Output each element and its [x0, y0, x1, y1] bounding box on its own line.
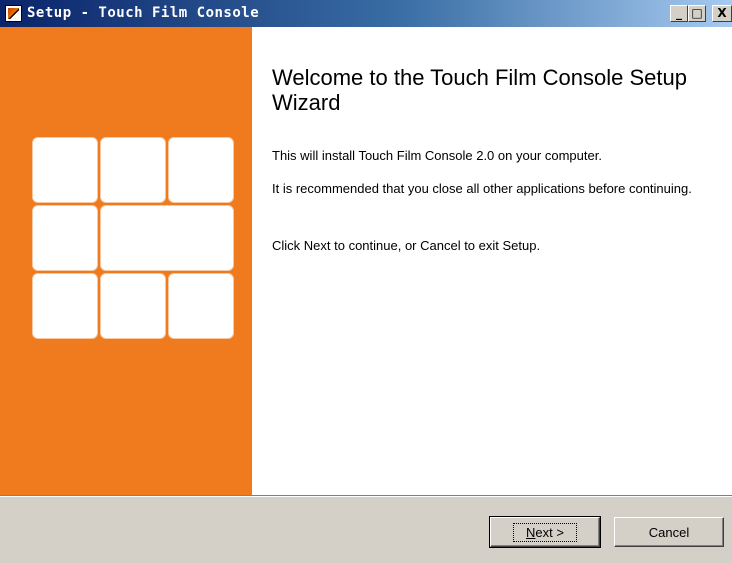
logo-tile [32, 137, 98, 203]
next-button[interactable]: Next > [489, 516, 601, 548]
wizard-side-image [0, 27, 252, 495]
close-apps-text: It is recommended that you close all oth… [272, 181, 692, 196]
maximize-button[interactable]: □ [688, 5, 706, 22]
wizard-button-bar: Next > Cancel [0, 497, 732, 563]
logo-tile [168, 137, 234, 203]
next-button-label: Next > [513, 522, 577, 542]
logo-tile-wide [100, 205, 234, 271]
welcome-page: Welcome to the Touch Film Console Setup … [252, 27, 732, 495]
setup-app-icon [5, 5, 22, 22]
title-bar[interactable]: Setup - Touch Film Console _ □ X [0, 0, 732, 27]
close-button[interactable]: X [712, 5, 732, 22]
logo-tile [100, 137, 166, 203]
install-info-text: This will install Touch Film Console 2.0… [272, 148, 602, 163]
next-mnemonic: N [526, 524, 536, 540]
window-title: Setup - Touch Film Console [27, 5, 260, 21]
logo-tile [32, 273, 98, 339]
logo-tile [100, 273, 166, 339]
logo-tile [168, 273, 234, 339]
logo-tile [32, 205, 98, 271]
welcome-heading: Welcome to the Touch Film Console Setup … [272, 65, 687, 115]
next-label-rest: ext > [535, 524, 564, 540]
minimize-button[interactable]: _ [670, 5, 688, 22]
cancel-button[interactable]: Cancel [614, 517, 724, 547]
continue-instructions-text: Click Next to continue, or Cancel to exi… [272, 238, 541, 253]
